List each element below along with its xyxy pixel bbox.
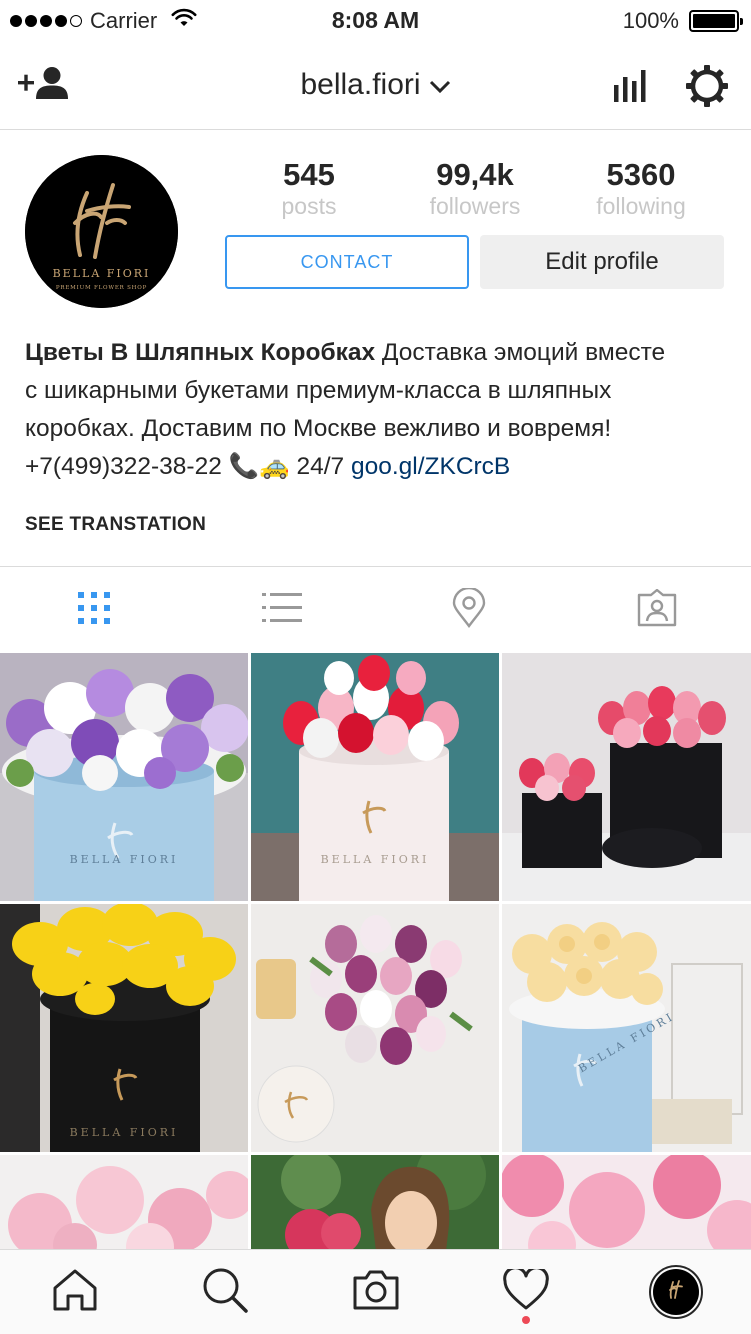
tab-search[interactable] [150,1250,300,1334]
heart-icon [502,1265,549,1316]
profile-stats: 545 posts 99,4k followers 5360 following [226,158,724,220]
username: bella.fiori [300,68,421,101]
bio-name: Цветы В Шляпных Коробках [25,339,376,366]
location-pin-icon [452,586,486,633]
profile-nav-bar: bella.fiori [0,40,751,130]
search-icon [202,1267,249,1318]
notification-dot [521,1316,530,1324]
insights-icon[interactable] [613,69,647,108]
home-icon [52,1268,98,1317]
bio-text-line2: с шикарными букетами премиум-класса в шл… [25,377,612,404]
stat-followers-value: 99,4k [436,157,514,192]
grid-icon [77,591,110,629]
stat-followers-label: followers [429,193,521,219]
bio-text-line1: Доставка эмоций вместе [375,339,666,366]
tagged-person-icon [636,588,678,632]
tab-list[interactable] [188,567,376,653]
nav-right-actions [613,64,729,113]
see-translation-link[interactable]: SEE TRANSTATION [25,514,206,536]
stat-followers[interactable]: 99,4k followers [392,158,558,220]
camera-icon [351,1269,401,1316]
battery-icon [689,10,743,32]
grid-post-red-pink-tulips-white-box[interactable]: BELLA FIORI [251,653,499,901]
profile-avatar-icon [648,1265,703,1319]
grid-box-label: BELLA FIORI [69,853,179,866]
grid-post-purple-white-lisianthus-blue-box[interactable]: BELLA FIORI [0,653,248,901]
grid-post-yellow-callas-black-box[interactable]: BELLA FIORI [0,904,248,1152]
avatar-brand-logo: BELLA FIORI [53,267,151,280]
grid-post-cream-roses-blue-box[interactable]: BELLA FIORI [502,904,751,1152]
list-icon [261,592,302,628]
bio-emoji-phone-taxi: 📞🚕 [228,453,290,480]
bio-text-line3: коробках. Доставим по Москве вежливо и в… [25,415,612,442]
bio-phone[interactable]: +7(499)322-38-22 [25,453,229,480]
chevron-down-icon [429,68,451,102]
grid-box-label: BELLA FIORI [69,1126,179,1139]
grid-post-pink-tulips-black-boxes[interactable] [502,653,751,901]
grid-post-purple-white-tulips-bouquet[interactable] [251,904,499,1152]
bio-hours: 24/7 [289,453,351,480]
grid-box-label: BELLA FIORI [320,853,430,866]
edit-profile-button[interactable]: Edit profile [480,235,724,289]
bio-link[interactable]: goo.gl/ZKCrcB [351,453,510,480]
profile-bio: Цветы В Шляпных Коробках Доставка эмоций… [25,334,730,486]
grid-post-pink-peonies[interactable] [0,1155,248,1251]
contact-button[interactable]: CONTACT [225,235,469,289]
stat-posts-value: 545 [283,157,335,192]
tab-camera[interactable] [300,1250,450,1334]
stat-following-label: following [596,193,686,219]
status-right: 100% [622,8,743,34]
bottom-tab-bar [0,1249,751,1334]
tab-profile[interactable] [601,1250,751,1334]
stat-following[interactable]: 5360 following [558,158,724,220]
profile-avatar[interactable]: BELLA FIORI PREMIUM FLOWER SHOP [25,155,178,308]
settings-gear-icon[interactable] [685,64,729,113]
post-grid: BELLA FIORI BELLA FIORI BELLA FIORI BELL… [0,653,751,1251]
tab-tagged[interactable] [563,567,751,653]
svg-text:PREMIUM FLOWER SHOP: PREMIUM FLOWER SHOP [56,285,147,291]
stat-posts[interactable]: 545 posts [226,158,392,220]
status-bar: Carrier 8:08 AM 100% [0,0,751,40]
tab-home[interactable] [0,1250,150,1334]
grid-post-pink-peonies-closeup[interactable] [502,1155,751,1251]
tab-activity[interactable] [451,1250,601,1334]
stat-posts-label: posts [281,193,337,219]
tab-location[interactable] [376,567,564,653]
grid-post-woman-with-flowers[interactable] [251,1155,499,1251]
profile-view-tabs [0,566,751,653]
battery-percent: 100% [622,8,679,33]
stat-following-value: 5360 [606,157,676,192]
tab-grid[interactable] [0,567,188,653]
